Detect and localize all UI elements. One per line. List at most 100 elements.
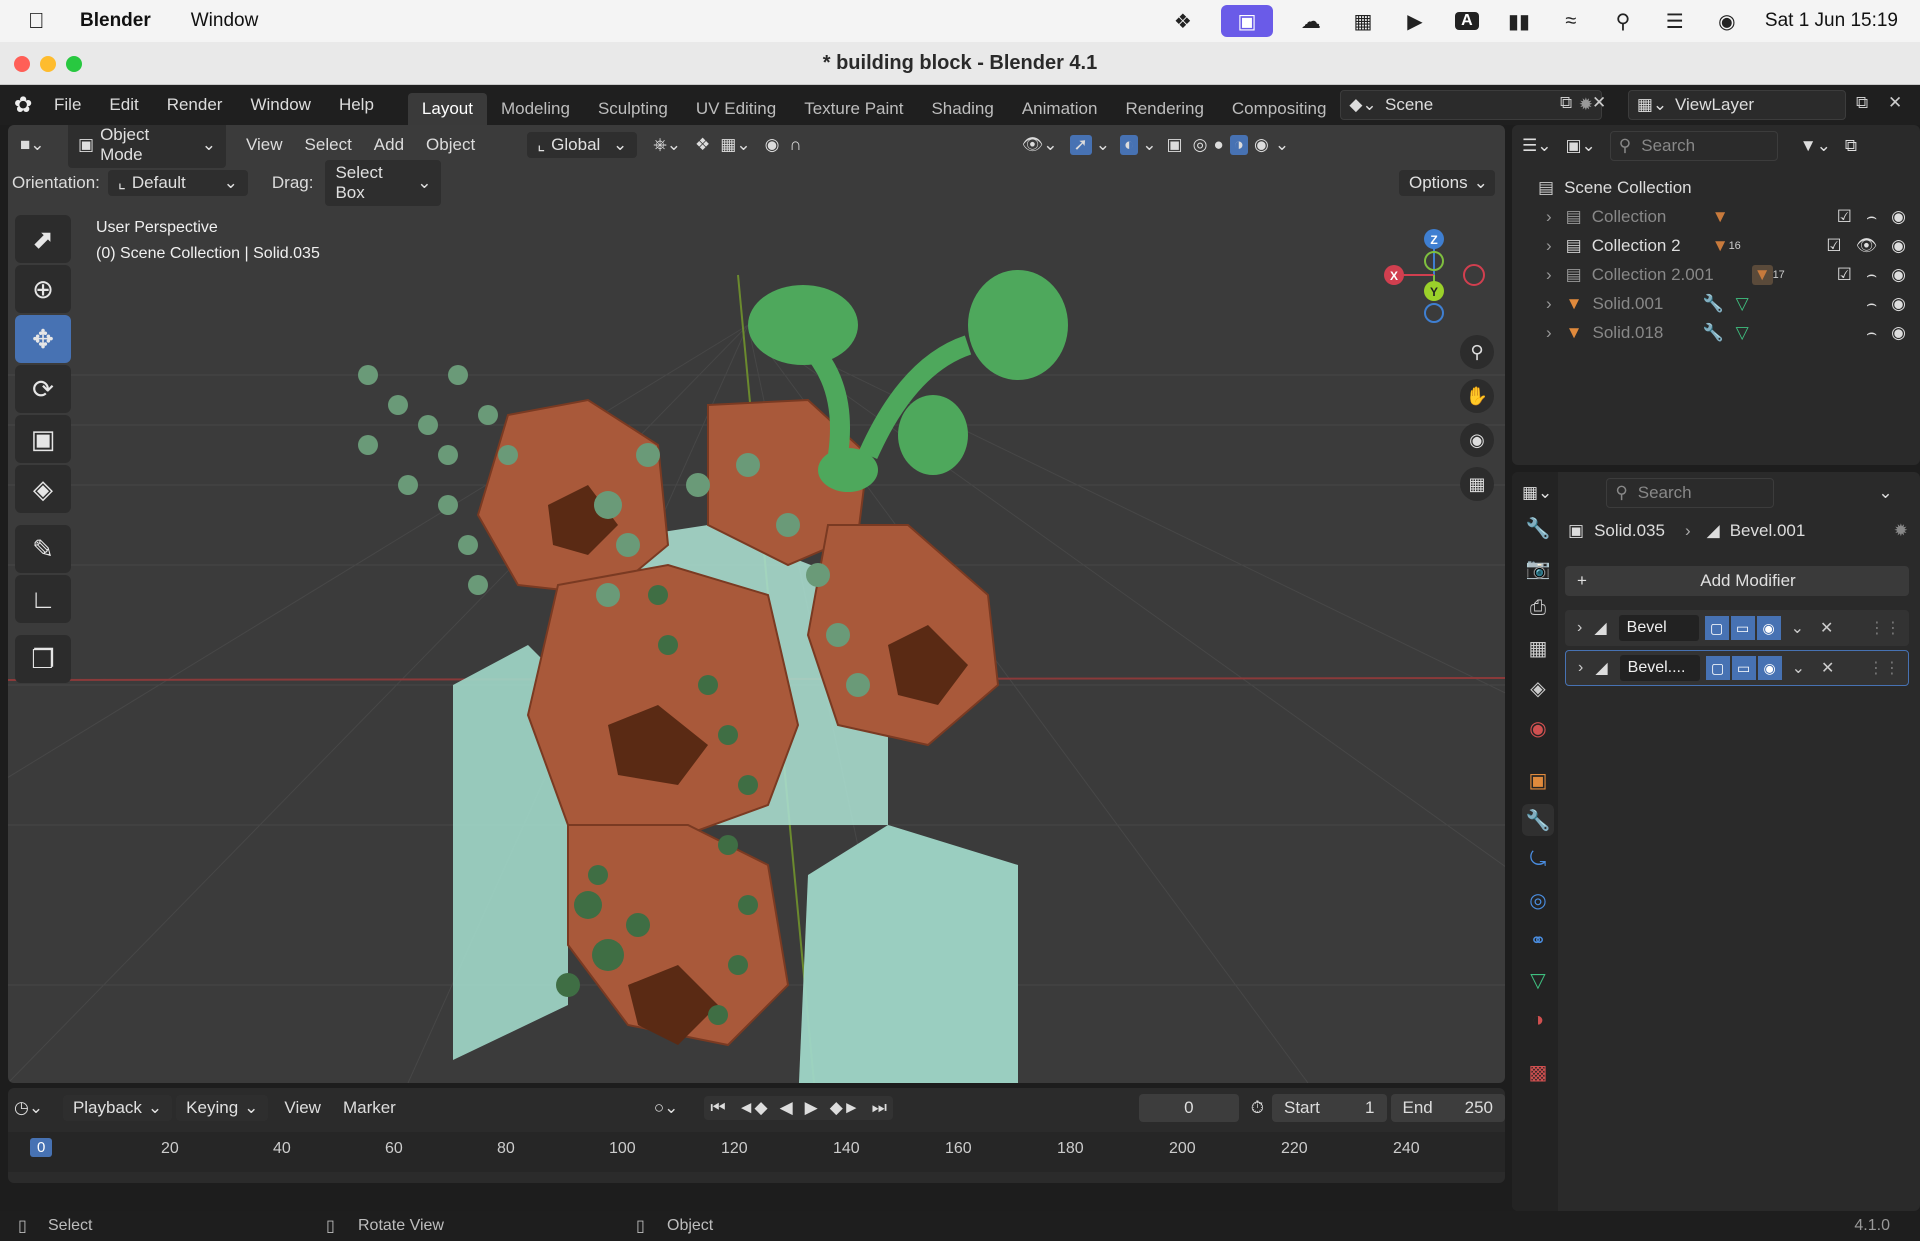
play-icon[interactable]: ▶ [799, 1096, 824, 1120]
playhead[interactable]: 0 [30, 1138, 53, 1157]
rotate-tool[interactable]: ⟳ [15, 365, 71, 413]
eye-hidden-icon[interactable]: ⌢ [1866, 294, 1877, 314]
menu-edit[interactable]: Edit [95, 95, 152, 115]
play-icon[interactable]: ▶ [1401, 9, 1429, 33]
viewport-canvas[interactable] [8, 125, 1505, 1083]
orientation-selector[interactable]: ⌞ Default ⌄ [107, 170, 248, 196]
eye-hidden-icon[interactable]: ⌢ [1866, 323, 1877, 343]
navigation-gizmo[interactable]: Z X Y [1374, 225, 1494, 325]
world-tab-icon[interactable]: ◉ [1522, 712, 1554, 744]
add-modifier-button[interactable]: + Add Modifier [1565, 566, 1909, 596]
jump-end-icon[interactable]: ⏭ [866, 1096, 893, 1120]
modifier-row-bevel[interactable]: › ◢ Bevel ▢ ▭ ◉ ⌄ ✕ ⋮⋮ [1565, 610, 1909, 646]
prev-keyframe-icon[interactable]: ◄◆ [732, 1096, 774, 1120]
pin-icon[interactable]: ✹ [1894, 521, 1908, 541]
play-reverse-icon[interactable]: ◀ [774, 1096, 799, 1120]
xray-icon[interactable]: ▣ [1167, 135, 1183, 155]
timeline-marker-menu[interactable]: Marker [343, 1098, 396, 1118]
keying-menu[interactable]: Keying ⌄ [176, 1095, 269, 1121]
checkbox-icon[interactable]: ☑ [1826, 236, 1841, 256]
playback-menu[interactable]: Playback ⌄ [62, 1095, 173, 1121]
mode-selector[interactable]: ▣ Object Mode ⌄ [68, 125, 226, 168]
camera-render-icon[interactable]: ◉ [1891, 236, 1906, 256]
transform-tool[interactable]: ◈ [15, 465, 71, 513]
close-window-button[interactable] [14, 56, 30, 72]
snap-icon[interactable]: ❖ [695, 135, 710, 155]
modifier-tab-icon[interactable]: 🔧 [1522, 804, 1554, 836]
edit-mode-toggle-icon[interactable]: ▢ [1704, 616, 1729, 640]
outliner-search[interactable]: ⚲ Search [1609, 131, 1778, 161]
timeline-view-menu[interactable]: View [284, 1098, 321, 1118]
stopwatch-icon[interactable]: ⏱ [1251, 1098, 1264, 1118]
minimize-window-button[interactable] [40, 56, 56, 72]
viewport-display-toggle-icon[interactable]: ▭ [1730, 616, 1755, 640]
zoom-window-button[interactable] [66, 56, 82, 72]
outliner-editor-icon[interactable]: ☰⌄ [1522, 136, 1551, 156]
gizmo-toggle-icon[interactable]: ➚ [1069, 135, 1092, 155]
timeline-ruler[interactable]: 0 20 40 60 80 100 120 140 160 180 200 220 240 [8, 1132, 1505, 1172]
expand-chevron-icon[interactable]: › [1546, 236, 1552, 256]
camera-render-icon[interactable]: ◉ [1891, 265, 1906, 285]
expand-chevron-icon[interactable]: › [1546, 265, 1552, 285]
mesh-data-icon[interactable]: ▽ [1736, 294, 1749, 314]
zoom-icon[interactable]: ⚲ [1460, 335, 1494, 369]
edit-mode-toggle-icon[interactable]: ▢ [1705, 656, 1730, 680]
tab-animation[interactable]: Animation [1008, 93, 1112, 125]
modifier-name-field[interactable]: Bevel [1618, 615, 1699, 641]
siri-icon[interactable]: ◉ [1713, 9, 1741, 33]
transform-orientation-selector[interactable]: ⌞ Global ⌄ [527, 132, 638, 158]
render-tab-icon[interactable]: 📷 [1522, 552, 1554, 584]
app-name[interactable]: Blender [80, 10, 151, 32]
pan-hand-icon[interactable]: ✋ [1460, 379, 1494, 413]
scale-tool[interactable]: ▣ [15, 415, 71, 463]
annotate-tool[interactable]: ✎ [15, 525, 71, 573]
menu-object[interactable]: Object [426, 135, 475, 155]
modifier-name-field[interactable]: Bevel.... [1619, 655, 1700, 681]
clock[interactable]: Sat 1 Jun 15:19 [1765, 10, 1898, 32]
scene-tab-icon[interactable]: ◈ [1522, 672, 1554, 704]
particles-tab-icon[interactable]: ⤿ [1522, 844, 1554, 876]
battery-icon[interactable]: ▮▮ [1505, 9, 1533, 33]
drag-handle-icon[interactable]: ⋮⋮ [1868, 658, 1900, 678]
view-layer-selector[interactable]: ▦⌄ ViewLayer [1628, 90, 1846, 120]
checkbox-icon[interactable]: ☑ [1837, 265, 1852, 285]
snap-increment-icon[interactable]: ▦⌄ [720, 135, 750, 155]
close-icon[interactable]: ✕ [1820, 618, 1833, 638]
wrench-modifier-icon[interactable]: 🔧 [1703, 323, 1724, 343]
menu-window[interactable]: Window [236, 95, 324, 115]
viewport-display-toggle-icon[interactable]: ▭ [1731, 656, 1756, 680]
add-cube-tool[interactable]: ❐ [15, 635, 71, 683]
3d-viewport[interactable]: ■⌄ ▣ Object Mode ⌄ View Select Add Objec… [8, 125, 1505, 1083]
close-icon[interactable]: ✕ [1821, 658, 1834, 678]
current-frame-field[interactable]: 0 [1138, 1094, 1239, 1122]
menu-file[interactable]: File [40, 95, 95, 115]
data-tab-icon[interactable]: ▽ [1522, 964, 1554, 996]
next-keyframe-icon[interactable]: ◆► [824, 1096, 866, 1120]
expand-chevron-icon[interactable]: › [1578, 659, 1583, 677]
material-shading-icon[interactable]: ◑ [1229, 135, 1248, 155]
solid-shading-icon[interactable]: ● [1213, 135, 1223, 155]
menu-add[interactable]: Add [374, 135, 404, 155]
pivot-icon[interactable]: ⎈⌄ [653, 135, 681, 155]
pin-icon[interactable]: ✹ [1579, 95, 1593, 115]
drag-handle-icon[interactable]: ⋮⋮ [1869, 618, 1901, 638]
select-box-tool[interactable]: ⬈ [15, 215, 71, 263]
screen-share-icon[interactable]: ▣ [1220, 5, 1273, 37]
chevron-down-icon[interactable]: ⌄ [1275, 135, 1289, 155]
falloff-icon[interactable]: ∩ [789, 135, 801, 155]
tool-tab-icon[interactable]: 🔧 [1522, 512, 1554, 544]
output-tab-icon[interactable]: ⎙ [1522, 592, 1554, 624]
creative-cloud-icon[interactable]: ☁ [1297, 9, 1325, 33]
outliner-row[interactable]: › ▼ Solid.018 🔧 ▽ ⌢ ◉ [1512, 318, 1920, 347]
view-layer-tab-icon[interactable]: ▦ [1522, 632, 1554, 664]
timeline-editor-icon[interactable]: ◷⌄ [14, 1098, 51, 1118]
tab-modeling[interactable]: Modeling [487, 93, 584, 125]
camera-view-icon[interactable]: ◉ [1460, 423, 1494, 457]
tab-uv-editing[interactable]: UV Editing [682, 93, 790, 125]
chevron-down-icon[interactable]: ⌄ [1878, 483, 1892, 503]
options-button[interactable]: Options ⌄ [1399, 170, 1495, 196]
auto-keying-icon[interactable]: ○⌄ [654, 1098, 679, 1118]
outliner-row[interactable]: › ▼ Solid.001 🔧 ▽ ⌢ ◉ [1512, 289, 1920, 318]
constraints-tab-icon[interactable]: ⚭ [1522, 924, 1554, 956]
expand-chevron-icon[interactable]: › [1577, 619, 1582, 637]
